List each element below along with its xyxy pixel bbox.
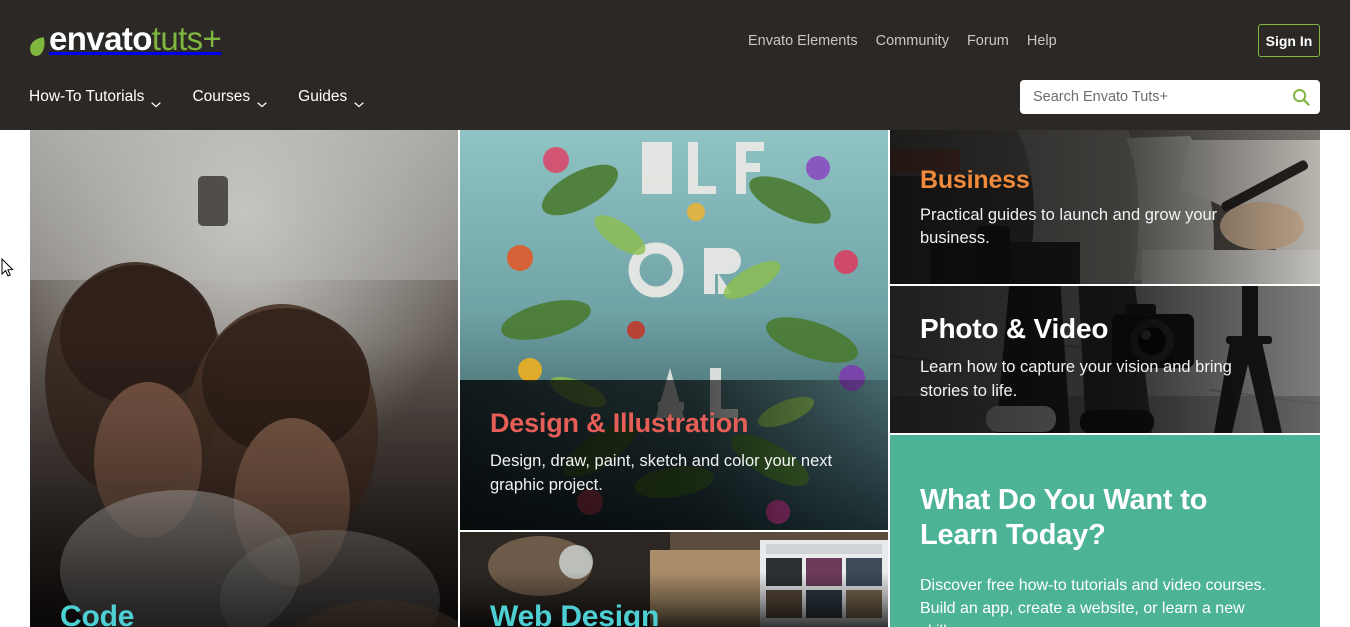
leaf-icon bbox=[29, 29, 46, 56]
card-text-promo: What Do You Want to Learn Today? Discove… bbox=[890, 483, 1320, 627]
promo-title: What Do You Want to Learn Today? bbox=[920, 484, 1208, 552]
card-description-photo-video: Learn how to capture your vision and bri… bbox=[920, 358, 1232, 400]
chevron-down-icon bbox=[354, 95, 364, 108]
card-web-design[interactable]: Web Design bbox=[460, 532, 888, 627]
top-link-help[interactable]: Help bbox=[1027, 32, 1075, 50]
top-link-forum[interactable]: Forum bbox=[967, 32, 1027, 50]
promo-description: Discover free how-to tutorials and video… bbox=[920, 576, 1266, 627]
card-photo-video[interactable]: Photo & Video Learn how to capture your … bbox=[890, 286, 1320, 433]
top-link-envato-elements[interactable]: Envato Elements bbox=[748, 32, 876, 50]
mouse-cursor bbox=[1, 257, 15, 278]
top-link-community[interactable]: Community bbox=[876, 32, 967, 50]
card-description-design: Design, draw, paint, sketch and color yo… bbox=[490, 452, 833, 494]
chevron-down-icon bbox=[151, 95, 162, 108]
nav-item-label: How-To Tutorials bbox=[29, 88, 145, 105]
card-title-web-design: Web Design bbox=[490, 600, 660, 627]
card-text-code: Code bbox=[30, 600, 458, 627]
card-business[interactable]: Business Practical guides to launch and … bbox=[890, 130, 1320, 284]
card-title-business: Business bbox=[920, 166, 1030, 194]
chevron-down-icon bbox=[257, 95, 267, 108]
card-description-business: Practical guides to launch and grow your… bbox=[920, 206, 1218, 248]
nav-item-label: Courses bbox=[192, 88, 251, 105]
card-text-photo-video: Photo & Video Learn how to capture your … bbox=[890, 313, 1320, 403]
card-text-business: Business Practical guides to launch and … bbox=[890, 166, 1320, 251]
page-root: envato tuts+ Envato Elements Community Fo… bbox=[0, 0, 1350, 627]
search-icon[interactable] bbox=[1292, 88, 1310, 106]
card-promo-learn-today[interactable]: What Do You Want to Learn Today? Discove… bbox=[890, 435, 1320, 627]
nav-item-courses[interactable]: Courses bbox=[192, 88, 267, 108]
search-bar[interactable] bbox=[1020, 80, 1320, 114]
card-title-code: Code bbox=[60, 600, 135, 627]
main-nav: How-To Tutorials Courses Guides bbox=[29, 88, 395, 108]
site-header: envato tuts+ Envato Elements Community Fo… bbox=[0, 0, 1350, 130]
utility-nav: Envato Elements Community Forum Help bbox=[748, 32, 1075, 50]
nav-item-label: Guides bbox=[298, 88, 348, 105]
card-design-illustration[interactable]: Design & Illustration Design, draw, pain… bbox=[460, 130, 888, 530]
logo-text-accent: tuts+ bbox=[151, 19, 222, 57]
site-logo[interactable]: envato tuts+ bbox=[29, 19, 222, 57]
card-text-web-design: Web Design bbox=[460, 600, 888, 627]
card-scrim bbox=[30, 338, 458, 627]
sign-in-button[interactable]: Sign In bbox=[1258, 24, 1320, 57]
card-title-design: Design & Illustration bbox=[490, 408, 749, 438]
search-input[interactable] bbox=[1033, 89, 1292, 105]
card-code[interactable]: Code bbox=[30, 130, 458, 627]
card-text-design: Design & Illustration Design, draw, pain… bbox=[460, 408, 888, 497]
nav-item-guides[interactable]: Guides bbox=[298, 88, 364, 108]
nav-item-how-to-tutorials[interactable]: How-To Tutorials bbox=[29, 88, 162, 108]
logo-text-primary: envato bbox=[49, 19, 152, 57]
card-title-photo-video: Photo & Video bbox=[920, 313, 1109, 344]
category-grid: Code Design & Illustration Design, draw,… bbox=[30, 130, 1320, 627]
